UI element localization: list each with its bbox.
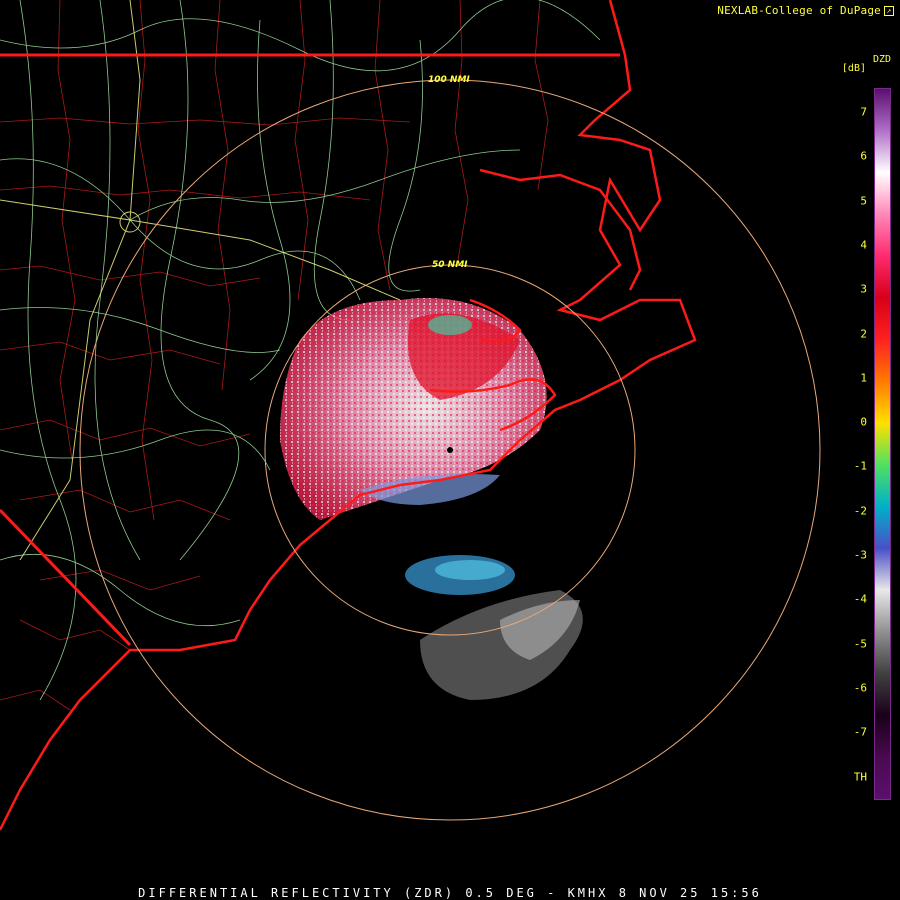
scale-tick-label: 5 bbox=[860, 194, 867, 208]
scale-tick-label: -3 bbox=[853, 548, 867, 562]
scale-tick-label: -2 bbox=[853, 504, 867, 518]
product-unit: [dB] bbox=[841, 63, 866, 74]
scale-tick-label: -7 bbox=[853, 725, 867, 739]
range-ring-label-50: 50 NMI bbox=[432, 260, 468, 270]
scale-tick-label: 6 bbox=[860, 149, 867, 163]
scale-tick-label: 7 bbox=[860, 105, 867, 119]
credit-text: NEXLAB-College of DuPage bbox=[717, 4, 881, 17]
range-ring-label-100: 100 NMI bbox=[428, 75, 470, 85]
product-code: DZD bbox=[872, 54, 891, 65]
scale-tick-label: 2 bbox=[860, 327, 867, 340]
radar-echoes bbox=[280, 298, 583, 700]
scale-tick-label: 3 bbox=[860, 282, 867, 296]
color-scale-bar bbox=[874, 88, 891, 800]
scale-tick-label: TH bbox=[853, 770, 867, 783]
scale-tick-label: 0 bbox=[860, 415, 867, 429]
scale-tick-label: -5 bbox=[853, 637, 867, 651]
radar-map: 100 NMI 50 NMI bbox=[0, 0, 821, 831]
scale-tick-label: -1 bbox=[853, 459, 867, 473]
credit-label: NEXLAB-College of DuPage ↗ bbox=[717, 4, 894, 17]
scale-tick-label: -6 bbox=[853, 681, 867, 695]
scale-tick-label: 1 bbox=[860, 371, 867, 385]
external-link-icon[interactable]: ↗ bbox=[884, 5, 894, 16]
product-caption: DIFFERENTIAL REFLECTIVITY (ZDR) 0.5 DEG … bbox=[138, 886, 762, 900]
scale-tick-label: -4 bbox=[853, 592, 867, 606]
scale-tick-label: 4 bbox=[860, 238, 867, 252]
